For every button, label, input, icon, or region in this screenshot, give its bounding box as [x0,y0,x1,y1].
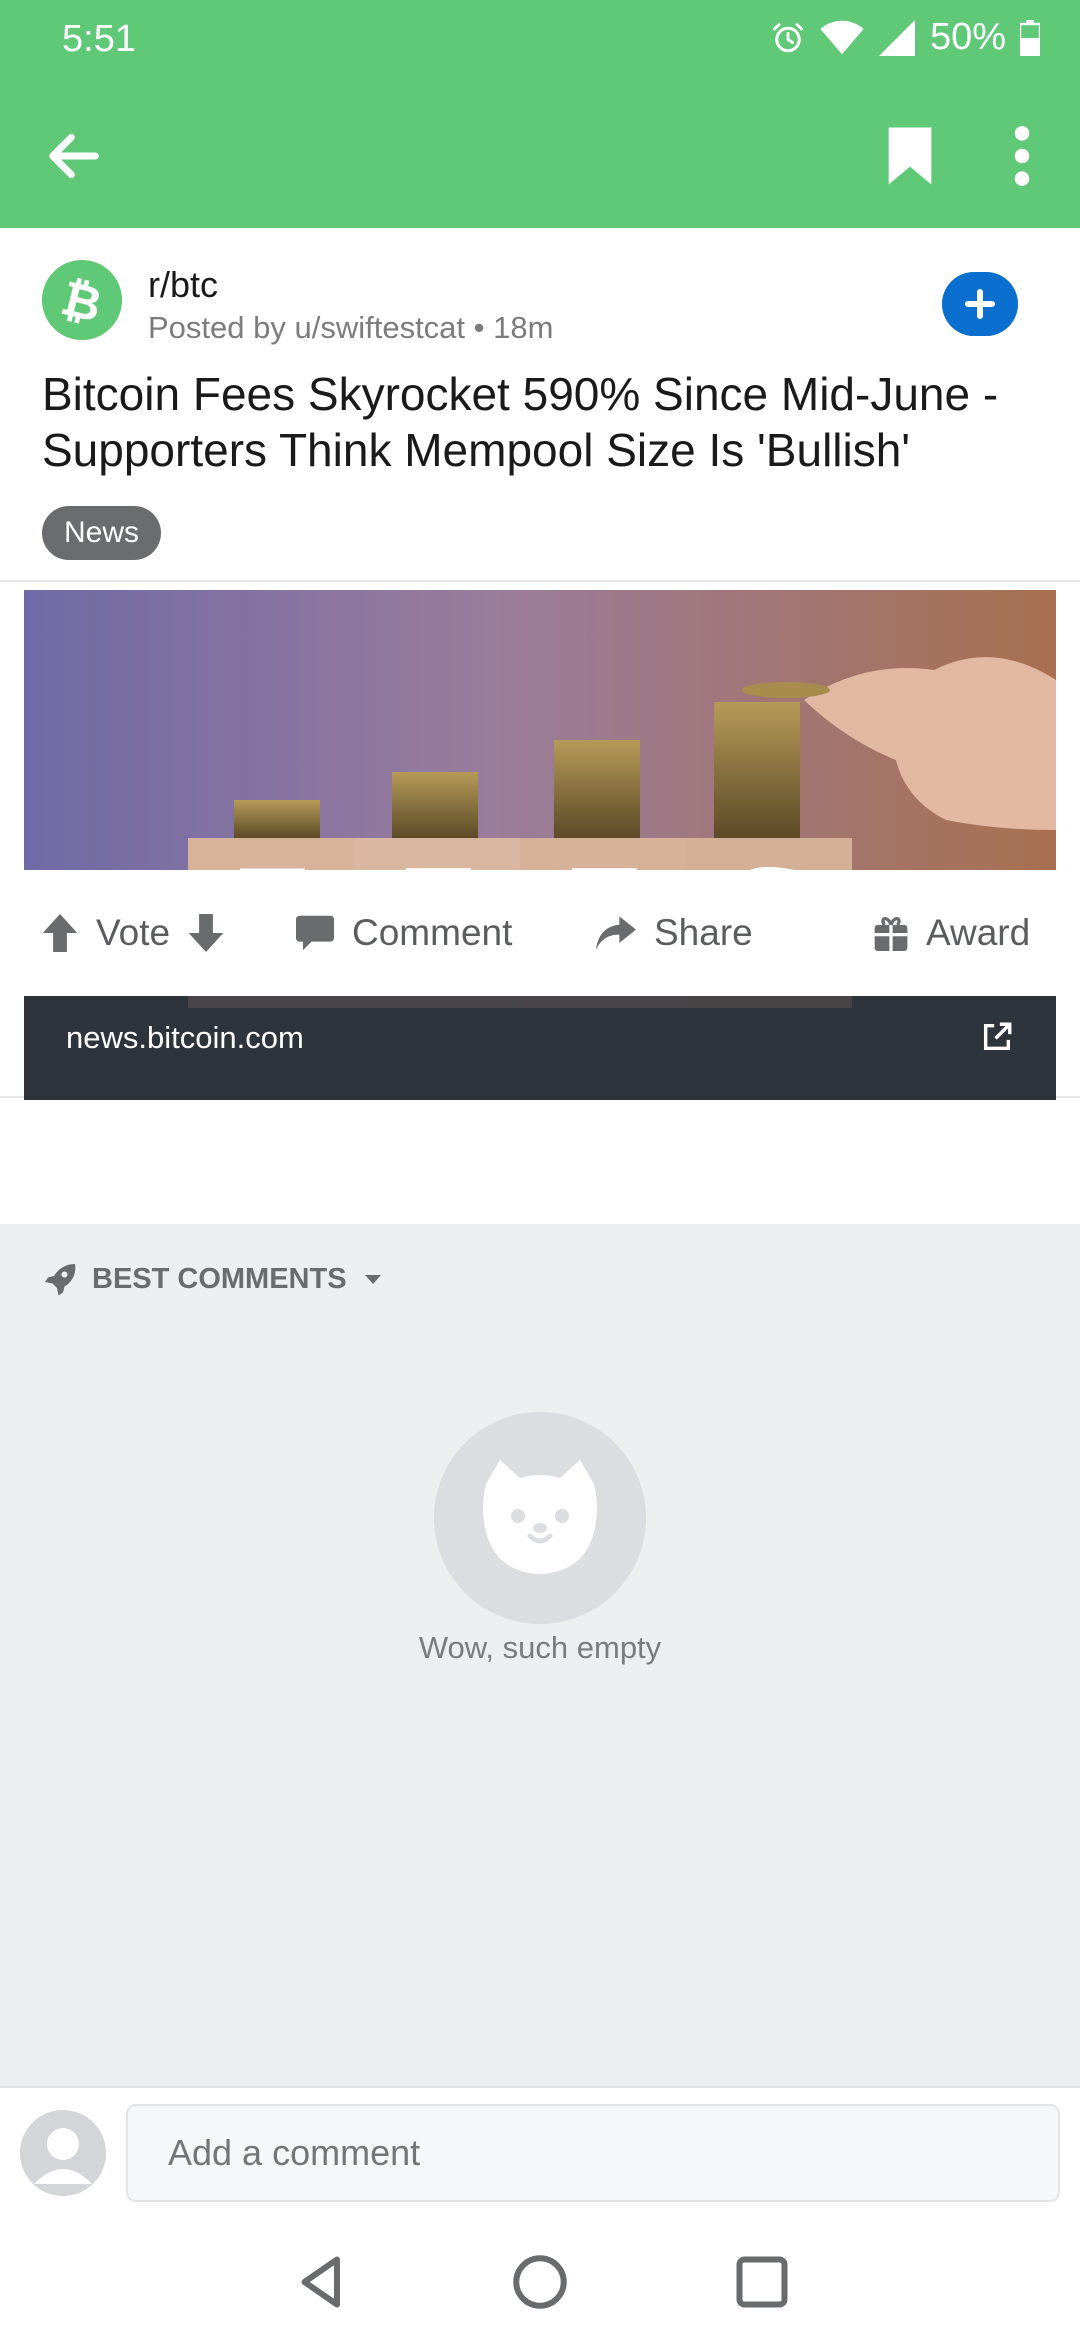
comment-sort-selector[interactable]: BEST COMMENTS [42,1254,385,1304]
arrow-left-icon[interactable] [42,124,106,188]
system-navigation-bar [0,2216,1080,2340]
share-button[interactable]: Share [596,870,753,996]
subreddit-name[interactable]: r/btc [148,264,218,306]
alarm-icon [772,22,803,52]
wifi-icon [820,20,864,54]
comment-composer [0,2086,1080,2216]
link-thumbnail-image[interactable]: F E E S news.bitcoin.com [24,590,1056,1100]
award-button[interactable]: Award [874,870,1030,996]
status-time: 5:51 [62,18,136,60]
post-flair: News [42,506,162,560]
battery-icon [1020,19,1040,56]
nav-recents-icon[interactable] [732,2252,792,2312]
link-domain[interactable]: news.bitcoin.com [66,1020,304,1056]
join-button[interactable] [942,272,1018,336]
post-actions: Vote Comment Share Award [0,870,1080,996]
app-bar [0,84,1080,228]
downvote-icon[interactable] [188,914,224,952]
vote-control: Vote [42,870,224,996]
empty-comments: Wow, such empty [0,1412,1080,1672]
subreddit-avatar[interactable]: ₿ [42,260,122,340]
post-title[interactable]: Bitcoin Fees Skyrocket 590% Since Mid-Ju… [42,366,1052,478]
link-preview[interactable]: F E E S news.bitcoin.com [0,580,1080,1100]
bookmark-icon[interactable] [882,124,938,188]
comment-icon [296,915,334,951]
more-vertical-icon[interactable] [1002,122,1042,190]
post-meta: Posted by u/swiftestcat • 18m [148,310,554,345]
share-icon [596,916,636,950]
empty-comments-text: Wow, such empty [418,1630,662,1665]
award-label: Award [926,912,1031,953]
battery-percent: 50% [929,16,1006,58]
status-icons: 50% [770,16,1040,59]
post-screen: 5:51 50% ₿ r/btc Posted by u/swiftestcat… [0,0,1080,2340]
post-card: ₿ r/btc Posted by u/swiftestcat • 18m Bi… [0,228,1080,1224]
share-label: Share [654,912,753,953]
user-avatar[interactable] [20,2110,106,2196]
status-bar: 5:51 50% [0,0,1080,84]
nav-home-icon[interactable] [510,2252,570,2312]
cat-face-icon [434,1412,646,1624]
comment-sort-label: BEST COMMENTS [92,1262,347,1295]
signal-icon [878,19,915,56]
comment-button[interactable]: Comment [296,870,512,996]
upvote-icon[interactable] [42,914,78,952]
comment-label: Comment [352,912,513,953]
gift-icon [874,917,908,951]
nav-back-icon[interactable] [292,2252,352,2312]
top-header: 5:51 50% [0,0,1080,228]
rocket-icon [45,1264,76,1296]
comment-input[interactable] [126,2104,1060,2202]
vote-label: Vote [96,912,171,953]
external-link-icon[interactable] [980,1020,1014,1054]
caret-down-icon [364,1275,381,1284]
